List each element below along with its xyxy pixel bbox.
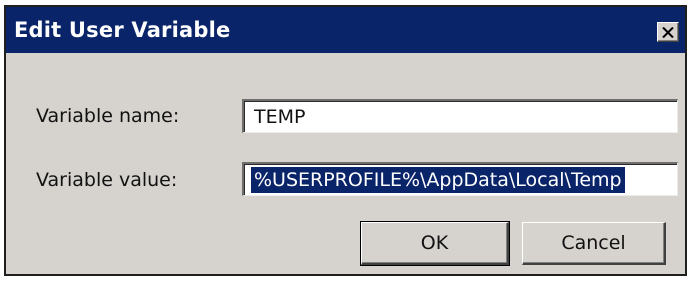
cancel-button[interactable]: Cancel [522, 222, 666, 265]
title-bar[interactable]: Edit User Variable [6, 7, 685, 53]
dialog-title: Edit User Variable [14, 18, 231, 42]
variable-name-label: Variable name: [36, 105, 180, 127]
variable-name-value: TEMP [254, 106, 306, 128]
close-icon [662, 26, 674, 38]
variable-name-input[interactable]: TEMP [242, 99, 678, 133]
variable-value-input[interactable]: %USERPROFILE%\AppData\Local\Temp [242, 162, 678, 196]
close-button[interactable] [657, 22, 679, 42]
ok-button[interactable]: OK [360, 221, 510, 266]
edit-user-variable-dialog: Edit User Variable Variable name: TEMP V… [4, 5, 687, 276]
variable-value-label: Variable value: [36, 169, 178, 191]
variable-value-selected-text: %USERPROFILE%\AppData\Local\Temp [251, 167, 625, 193]
